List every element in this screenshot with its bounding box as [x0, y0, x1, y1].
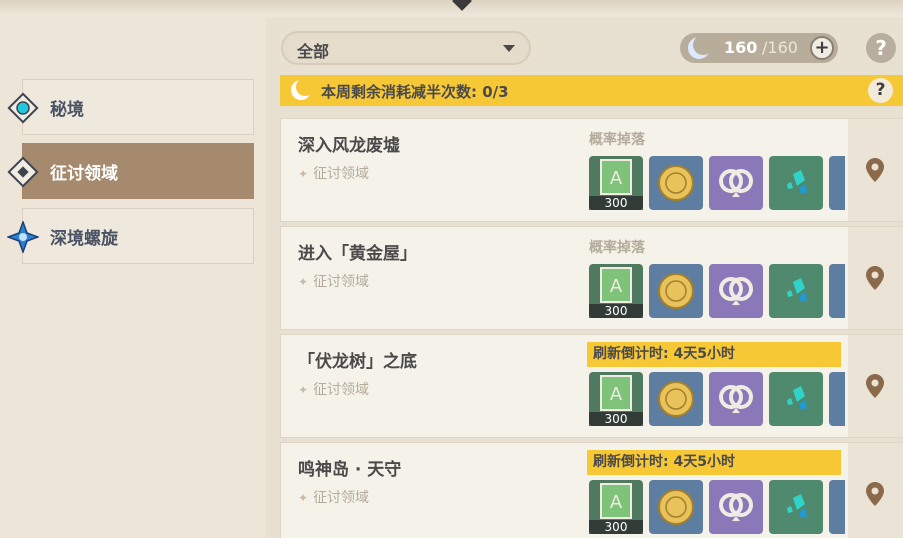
reward-slot-adventure-exp-book-icon[interactable]: A 300 [589, 372, 643, 426]
reward-slot-mora-coin-icon[interactable] [649, 372, 703, 426]
domain-diamond-icon [7, 92, 39, 124]
reward-quantity: 300 [589, 304, 643, 318]
reward-slot-gemstone-icon[interactable] [769, 372, 823, 426]
reward-slot-mora-coin-icon[interactable] [649, 264, 703, 318]
moon-icon [291, 78, 313, 100]
reward-slot-gemstone-icon[interactable] [769, 480, 823, 534]
svg-text:A: A [610, 168, 623, 189]
refresh-timer: 刷新倒计时: 4天5小时 [587, 450, 841, 475]
svg-text:A: A [610, 492, 623, 513]
domain-type: ✦ 征讨领域 [298, 274, 370, 290]
domain-type: ✦ 征讨领域 [298, 382, 370, 398]
reward-slot-reward-item-icon[interactable] [829, 156, 845, 210]
sparkle-icon: ✦ [298, 383, 309, 397]
domain-card[interactable]: 深入风龙废墟 ✦ 征讨领域 概率掉落 A 300 [280, 118, 903, 222]
location-button[interactable] [848, 227, 903, 329]
domain-card[interactable]: 鸣神岛 · 天守 ✦ 征讨领域 刷新倒计时: 4天5小时 A 300 [280, 442, 903, 538]
domain-type: ✦ 征讨领域 [298, 166, 370, 182]
reward-slot-mora-coin-icon[interactable] [649, 156, 703, 210]
sparkle-icon: ✦ [298, 167, 309, 181]
domain-name: 「伏龙树」之底 [298, 352, 417, 372]
reward-row: A 300 [589, 264, 845, 318]
domain-name: 深入风龙废墟 [298, 136, 400, 156]
reward-slot-reward-item-icon[interactable] [829, 480, 845, 534]
location-pin-icon [866, 482, 884, 506]
resin-max: /160 [762, 38, 798, 57]
reward-slot-adventure-exp-book-icon[interactable]: A 300 [589, 156, 643, 210]
location-button[interactable] [848, 119, 903, 221]
reward-quantity: 300 [589, 520, 643, 534]
resin-moon-icon [688, 35, 712, 59]
original-resin-counter: 160 /160 + [680, 33, 838, 63]
reward-slot-gemstone-icon[interactable] [769, 156, 823, 210]
nav-item-label: 秘境 [50, 99, 84, 120]
reward-quantity: 300 [589, 412, 643, 426]
drop-label: 概率掉落 [589, 240, 645, 256]
nav-item-trounce-domains[interactable]: 征讨领域 [7, 143, 254, 199]
nav-item-label: 征讨领域 [50, 163, 118, 184]
location-pin-icon [866, 158, 884, 182]
trounce-diamond-icon [7, 156, 39, 188]
location-button[interactable] [848, 335, 903, 437]
svg-text:A: A [610, 384, 623, 405]
reward-slot-mora-coin-icon[interactable] [649, 480, 703, 534]
location-pin-icon [866, 266, 884, 290]
location-button[interactable] [848, 443, 903, 538]
reward-row: A 300 [589, 372, 845, 426]
domain-type: ✦ 征讨领域 [298, 490, 370, 506]
top-frame-edge [0, 0, 903, 14]
svg-text:A: A [610, 276, 623, 297]
domain-name: 进入「黄金屋」 [298, 244, 417, 264]
reward-slot-companionship-exp-icon[interactable] [709, 372, 763, 426]
nav-item-spiral-abyss[interactable]: 深境螺旋 [7, 208, 254, 264]
reward-slot-companionship-exp-icon[interactable] [709, 480, 763, 534]
reward-slot-reward-item-icon[interactable] [829, 264, 845, 318]
sparkle-icon: ✦ [298, 275, 309, 289]
chevron-down-icon [503, 45, 515, 52]
location-pin-icon [866, 374, 884, 398]
filter-dropdown[interactable]: 全部 [281, 31, 531, 65]
reward-slot-gemstone-icon[interactable] [769, 264, 823, 318]
banner-help-button[interactable]: ? [868, 78, 893, 103]
add-resin-button[interactable]: + [810, 36, 834, 60]
resin-current: 160 [724, 38, 758, 57]
reward-slot-adventure-exp-book-icon[interactable]: A 300 [589, 480, 643, 534]
sparkle-icon: ✦ [298, 491, 309, 505]
weekly-discount-text: 本周剩余消耗减半次数: 0/3 [321, 83, 509, 101]
reward-slot-reward-item-icon[interactable] [829, 372, 845, 426]
spiral-abyss-icon [7, 221, 39, 253]
refresh-timer: 刷新倒计时: 4天5小时 [587, 342, 841, 367]
help-button[interactable]: ? [866, 33, 896, 63]
domain-name: 鸣神岛 · 天守 [298, 460, 402, 480]
nav-item-label: 深境螺旋 [50, 228, 118, 249]
reward-slot-companionship-exp-icon[interactable] [709, 156, 763, 210]
reward-row: A 300 [589, 156, 845, 210]
weekly-discount-banner: 本周剩余消耗减半次数: 0/3 ? [280, 75, 903, 106]
filter-value: 全部 [297, 42, 330, 61]
reward-slot-companionship-exp-icon[interactable] [709, 264, 763, 318]
domain-card[interactable]: 「伏龙树」之底 ✦ 征讨领域 刷新倒计时: 4天5小时 A 300 [280, 334, 903, 438]
nav-item-domains[interactable]: 秘境 [7, 79, 254, 135]
reward-row: A 300 [589, 480, 845, 534]
reward-slot-adventure-exp-book-icon[interactable]: A 300 [589, 264, 643, 318]
domain-card[interactable]: 进入「黄金屋」 ✦ 征讨领域 概率掉落 A 300 [280, 226, 903, 330]
reward-quantity: 300 [589, 196, 643, 210]
drop-label: 概率掉落 [589, 132, 645, 148]
